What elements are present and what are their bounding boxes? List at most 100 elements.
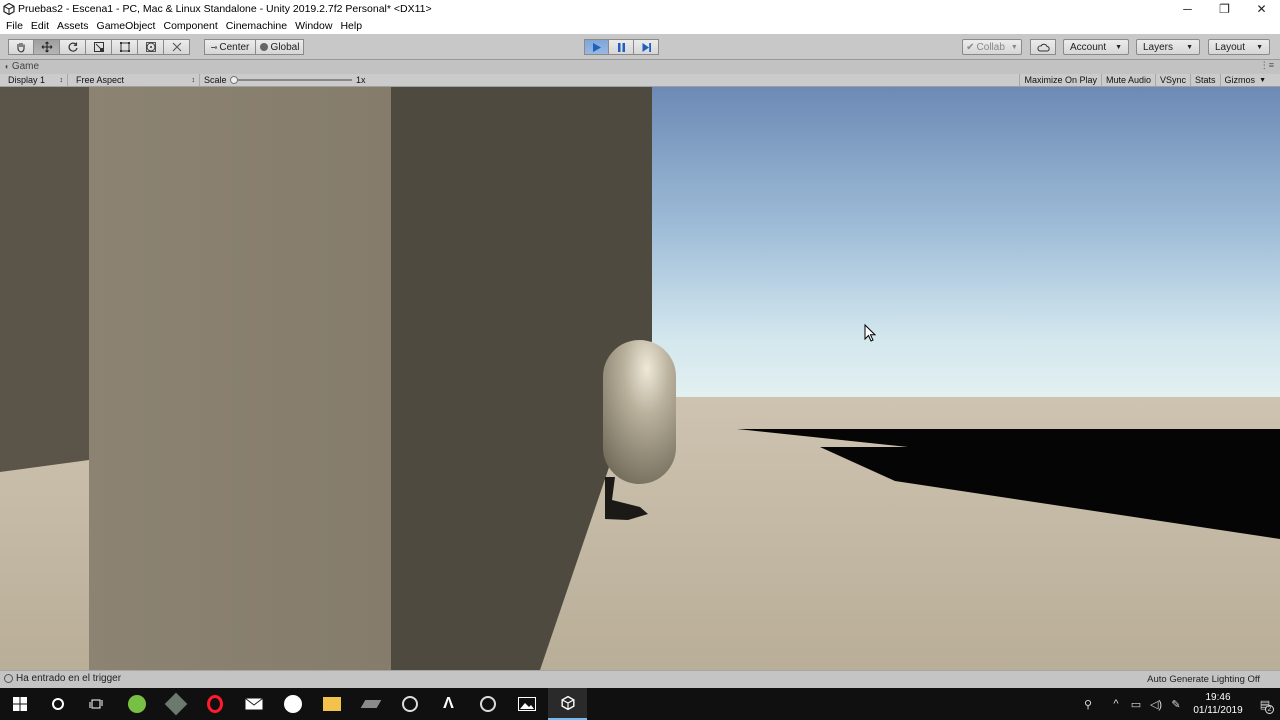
task-view-button[interactable] [76,688,115,720]
menu-bar: File Edit Assets GameObject Component Ci… [0,18,1280,34]
pause-button[interactable] [609,39,634,55]
obs-icon [479,696,496,712]
taskbar-app-sketch[interactable] [351,688,390,720]
restore-button[interactable]: ❐ [1206,0,1243,18]
play-controls [584,39,659,55]
status-bar: Ha entrado en el trigger Auto Generate L… [0,670,1280,688]
volume-icon[interactable]: ◁) [1146,688,1166,720]
tab-options-icon[interactable]: ⋮≡ [1260,60,1274,71]
vsync-toggle[interactable]: VSync [1155,74,1190,86]
window-title: Pruebas2 - Escena1 - PC, Mac & Linux Sta… [18,3,432,15]
lighting-status: Auto Generate Lighting Off [1147,674,1260,685]
globe-icon [259,43,268,51]
transform-tool-button[interactable] [138,39,164,55]
console-message-text: Ha entrado en el trigger [16,673,122,684]
minimize-button[interactable]: ─ [1169,0,1206,18]
pen-icon [360,700,381,708]
game-tab-bar: ◖ Game ⋮≡ [0,60,1280,74]
menu-window[interactable]: Window [291,20,336,32]
taskbar-app-word[interactable] [273,688,312,720]
layout-dropdown[interactable]: Layout ▼ [1208,39,1270,55]
hand-tool-button[interactable] [8,39,34,55]
rect-tool-button[interactable] [112,39,138,55]
chevron-up-icon[interactable]: ^ [1106,688,1126,720]
mail-icon [244,698,263,710]
scale-tool-button[interactable] [86,39,112,55]
move-tool-button[interactable] [34,39,60,55]
start-button[interactable] [0,688,39,720]
transform-tools [8,39,190,55]
menu-component[interactable]: Component [159,20,221,32]
menu-cinemachine[interactable]: Cinemachine [222,20,291,32]
account-dropdown[interactable]: Account ▼ [1063,39,1129,55]
pivot-toggle-button[interactable]: ⊸ Center [204,39,256,55]
taskbar-app-unity[interactable] [548,688,587,720]
menu-assets[interactable]: Assets [53,20,93,32]
opera-icon [206,695,223,713]
pause-icon [617,42,625,52]
maximize-on-play-toggle[interactable]: Maximize On Play [1019,74,1101,86]
scale-slider-handle[interactable] [230,76,238,84]
taskbar-app-explorer[interactable] [312,688,351,720]
stats-toggle[interactable]: Stats [1190,74,1220,86]
pen-workspace-icon[interactable]: ✎ [1166,688,1186,720]
rotate-icon [68,42,78,52]
circle-icon [51,698,64,710]
cortana-button[interactable] [38,688,77,720]
menu-file[interactable]: File [2,20,27,32]
scale-slider-track[interactable] [234,79,352,81]
gizmos-dropdown[interactable]: Gizmos ▼ [1219,74,1270,86]
display-dropdown[interactable]: Display 1 ↕ [2,74,68,86]
step-button[interactable] [634,39,659,55]
collab-group: ✔ Collab ▼ [962,39,1022,55]
global-toggle-button[interactable]: Global [256,39,304,55]
main-toolbar: ⊸ Center Global ✔ Collab ▼ Account ▼ Lay… [0,34,1280,60]
clock-date: 01/11/2019 [1193,705,1243,716]
wall-lit-face [89,87,391,670]
game-view-toolbar: Display 1 ↕ Free Aspect ↕ Scale 1x Maxim… [0,74,1280,87]
menu-help[interactable]: Help [336,20,366,32]
network-icon[interactable]: ▭ [1126,688,1146,720]
aspect-label: Free Aspect [76,75,125,85]
collab-dropdown[interactable]: ✔ Collab ▼ [962,39,1022,55]
taskbar-app-obs[interactable] [468,688,507,720]
chevron-down-icon: ▼ [1186,43,1193,51]
menu-gameobject[interactable]: GameObject [93,20,160,32]
taskbar-app-acrobat[interactable]: Λ [429,688,468,720]
play-button[interactable] [584,39,609,55]
taskbar-app-gamepad[interactable] [156,688,195,720]
windows-taskbar: Λ ⚲ ^ ▭ ◁) ✎ 19:46 01/11/2019 ▤ 2 [0,688,1280,720]
taskbar-app-mail[interactable] [234,688,273,720]
pivot-icon: ⊸ [210,42,218,52]
menu-edit[interactable]: Edit [27,20,53,32]
layers-group: Layers ▼ [1136,39,1200,55]
system-tray: ⚲ ^ ▭ ◁) ✎ 19:46 01/11/2019 ▤ 2 [1078,688,1280,720]
tab-game[interactable]: ◖ Game [4,61,39,72]
player-capsule [603,340,676,484]
people-icon[interactable]: ⚲ [1078,688,1098,720]
taskbar-app-opera[interactable] [195,688,234,720]
game-view[interactable] [0,87,1280,670]
gamepad-icon [164,692,187,716]
clock[interactable]: 19:46 01/11/2019 [1186,691,1250,717]
mute-audio-toggle[interactable]: Mute Audio [1100,74,1155,86]
custom-tool-button[interactable] [164,39,190,55]
aspect-dropdown[interactable]: Free Aspect ↕ [70,74,200,86]
title-bar: Pruebas2 - Escena1 - PC, Mac & Linux Sta… [0,0,1280,18]
rotate-tool-button[interactable] [60,39,86,55]
layers-dropdown[interactable]: Layers ▼ [1136,39,1200,55]
clock-time: 19:46 [1205,692,1231,703]
step-icon [642,42,651,52]
close-button[interactable]: ✕ [1243,0,1280,18]
chevron-down-icon: ▼ [1010,43,1018,51]
account-group: Account ▼ [1063,39,1129,55]
move-arrows-icon [41,41,52,53]
taskbar-app-overwatch[interactable] [390,688,429,720]
taskbar-app-utorrent[interactable] [117,688,156,720]
cloud-button[interactable] [1030,39,1056,55]
action-center-button[interactable]: ▤ 2 [1250,688,1280,720]
unity-icon [560,696,575,710]
account-label: Account [1070,41,1107,53]
console-message[interactable]: Ha entrado en el trigger [4,673,121,684]
taskbar-app-photos[interactable] [507,688,546,720]
